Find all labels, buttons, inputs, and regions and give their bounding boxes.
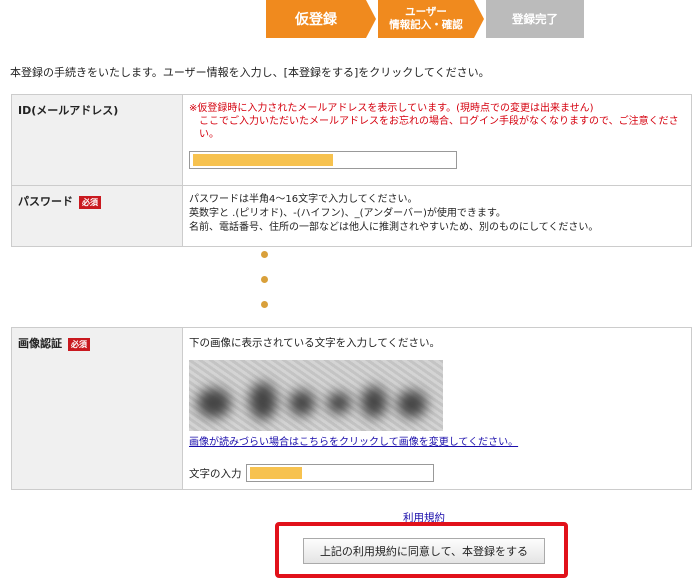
- captcha-value-redacted: [249, 467, 302, 479]
- captcha-input[interactable]: [245, 464, 434, 482]
- step-arrow-icon: [474, 0, 484, 38]
- step-complete: 登録完了: [486, 0, 584, 38]
- required-badge: 必須: [68, 337, 90, 351]
- email-value-redacted: [193, 154, 333, 166]
- password-label: パスワード 必須: [11, 185, 183, 247]
- required-badge: 必須: [79, 195, 101, 209]
- email-field: [189, 151, 457, 169]
- password-row: パスワード 必須 パスワードは半角4～16文字で入力してください。 英数字と .(…: [11, 185, 692, 247]
- id-label: ID(メールアドレス): [11, 94, 183, 186]
- captcha-row: 画像認証 必須 下の画像に表示されている文字を入力してください。 画像が読みづらい…: [11, 327, 692, 490]
- step-provisional: 仮登録: [266, 0, 366, 38]
- step-user-info: ユーザー 情報記入・確認: [378, 0, 474, 38]
- captcha-refresh-link[interactable]: 画像が読みづらい場合はこちらをクリックして画像を変更してください。: [189, 433, 685, 448]
- id-row: ID(メールアドレス) ※仮登録時に入力されたメールアドレスを表示しています。(…: [11, 94, 692, 186]
- intro-text: 本登録の手続きをいたします。ユーザー情報を入力し、[本登録をする]をクリックして…: [10, 66, 490, 79]
- ellipsis-dot-icon: [261, 276, 268, 283]
- agree-register-button[interactable]: 上記の利用規約に同意して、本登録をする: [303, 538, 545, 564]
- registration-form-top: ID(メールアドレス) ※仮登録時に入力されたメールアドレスを表示しています。(…: [11, 94, 692, 247]
- captcha-label: 画像認証 必須: [11, 327, 183, 490]
- step-arrow-icon: [366, 0, 376, 38]
- ellipsis-dot-icon: [261, 251, 268, 258]
- id-note: ※仮登録時に入力されたメールアドレスを表示しています。(現時点での変更は出来ませ…: [189, 103, 679, 140]
- registration-form-captcha: 画像認証 必須 下の画像に表示されている文字を入力してください。 画像が読みづらい…: [11, 327, 692, 490]
- ellipsis-dot-icon: [261, 301, 268, 308]
- password-instructions: パスワードは半角4～16文字で入力してください。 英数字と .(ピリオド)、-(…: [182, 185, 692, 247]
- captcha-instruction: 下の画像に表示されている文字を入力してください。: [189, 337, 441, 349]
- captcha-image: [189, 360, 443, 431]
- captcha-input-row: 文字の入力: [189, 464, 685, 482]
